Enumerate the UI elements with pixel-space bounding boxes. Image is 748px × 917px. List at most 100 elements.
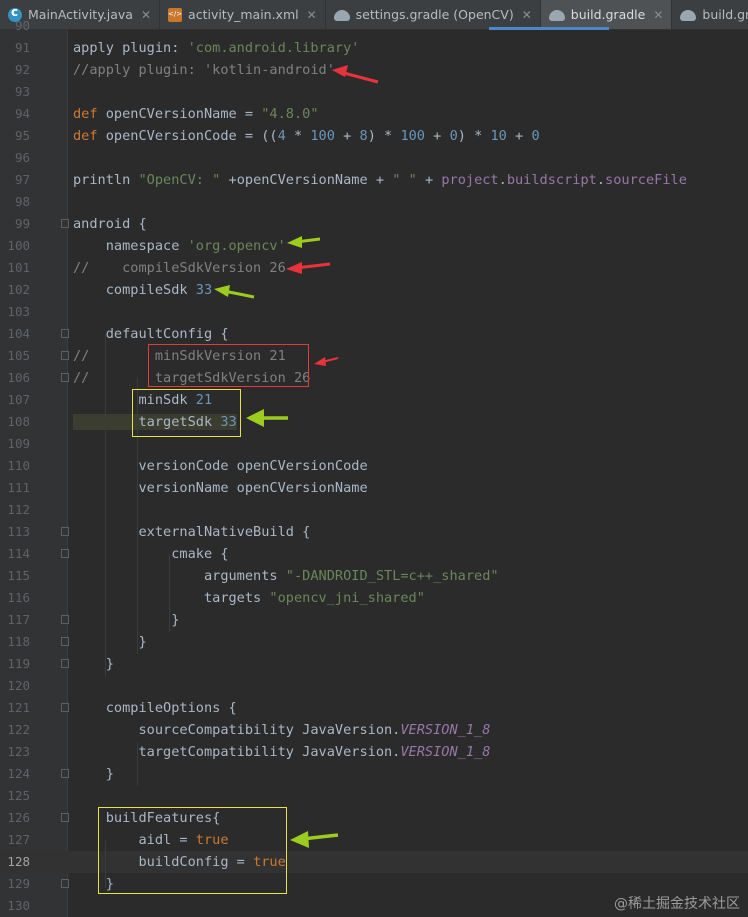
line-number: 129 xyxy=(7,876,30,891)
code-line[interactable]: 116 targets "opencv_jni_shared" xyxy=(0,587,748,609)
line-number: 121 xyxy=(7,700,30,715)
code-line[interactable]: 91 apply plugin: 'com.android.library' xyxy=(0,37,748,59)
fold-marker-icon[interactable] xyxy=(61,813,69,822)
code-line[interactable]: 101 // compileSdkVersion 26 xyxy=(0,257,748,279)
code-line[interactable]: 129 } xyxy=(0,873,748,895)
watermark: @稀土掘金技术社区 xyxy=(614,896,740,912)
line-number: 117 xyxy=(7,612,30,627)
code-text: minSdk 21 xyxy=(73,392,213,408)
code-line[interactable]: 112 xyxy=(0,499,748,521)
line-number: 125 xyxy=(7,788,30,803)
line-number: 127 xyxy=(7,832,30,847)
code-line[interactable]: 108 targetSdk 33 xyxy=(0,411,748,433)
code-line[interactable]: 98 xyxy=(0,191,748,213)
code-line[interactable]: 125 xyxy=(0,785,748,807)
code-line[interactable]: 118 } xyxy=(0,631,748,653)
line-number: 119 xyxy=(7,656,30,671)
fold-marker-icon[interactable] xyxy=(61,637,69,646)
line-number: 91 xyxy=(14,40,30,55)
code-line[interactable]: 126 buildFeatures{ xyxy=(0,807,748,829)
line-number: 105 xyxy=(7,348,30,363)
fold-marker-icon[interactable] xyxy=(61,527,69,536)
code-text: sourceCompatibility JavaVersion.VERSION_… xyxy=(73,722,491,738)
code-line[interactable]: 111 versionName openCVersionName xyxy=(0,477,748,499)
code-text: println "OpenCV: " +openCVersionName + "… xyxy=(73,172,687,188)
code-line[interactable]: 113 externalNativeBuild { xyxy=(0,521,748,543)
fold-marker-icon[interactable] xyxy=(61,879,69,888)
code-line[interactable]: 103 xyxy=(0,301,748,323)
code-line[interactable]: 106 // targetSdkVersion 26 xyxy=(0,367,748,389)
indent-guide xyxy=(105,334,106,676)
code-text: namespace 'org.opencv' xyxy=(73,238,286,254)
code-line[interactable]: 96 xyxy=(0,147,748,169)
fold-marker-icon[interactable] xyxy=(61,703,69,712)
code-line[interactable]: 119 } xyxy=(0,653,748,675)
code-line[interactable]: 114 cmake { xyxy=(0,543,748,565)
fold-marker-icon[interactable] xyxy=(61,659,69,668)
line-number: 103 xyxy=(7,304,30,319)
line-number: 98 xyxy=(14,194,30,209)
line-number: 115 xyxy=(7,568,30,583)
code-line[interactable]: 93 xyxy=(0,81,748,103)
code-line[interactable]: 95 def openCVersionCode = ((4 * 100 + 8) … xyxy=(0,125,748,147)
code-line[interactable]: 117 } xyxy=(0,609,748,631)
code-line[interactable]: 105// minSdkVersion 21 xyxy=(0,345,748,367)
code-text: //apply plugin: 'kotlin-android' xyxy=(73,62,335,78)
fold-marker-icon[interactable] xyxy=(61,329,69,338)
fold-marker-icon[interactable] xyxy=(61,615,69,624)
line-number: 104 xyxy=(7,326,30,341)
code-line[interactable]: 128 buildConfig = true xyxy=(0,851,748,873)
line-number: 118 xyxy=(7,634,30,649)
code-text: buildFeatures{ xyxy=(73,810,221,826)
line-number: 128 xyxy=(7,854,30,869)
code-text: } xyxy=(73,612,180,628)
code-line[interactable]: 122 sourceCompatibility JavaVersion.VERS… xyxy=(0,719,748,741)
code-line[interactable]: 104 defaultConfig { xyxy=(0,323,748,345)
line-number: 110 xyxy=(7,458,30,473)
code-text: targetCompatibility JavaVersion.VERSION_… xyxy=(73,744,491,760)
line-number: 130 xyxy=(7,898,30,913)
code-line[interactable]: 121 compileOptions { xyxy=(0,697,748,719)
code-line[interactable]: 92 //apply plugin: 'kotlin-android' xyxy=(0,59,748,81)
code-line[interactable]: 102 compileSdk 33 xyxy=(0,279,748,301)
line-number: 99 xyxy=(14,216,30,231)
code-line[interactable]: 115 arguments "-DANDROID_STL=c++_shared" xyxy=(0,565,748,587)
line-number: 93 xyxy=(14,84,30,99)
code-text: apply plugin: 'com.android.library' xyxy=(73,40,360,56)
fold-marker-icon[interactable] xyxy=(61,769,69,778)
code-line[interactable]: 90 xyxy=(0,15,748,37)
indent-guide xyxy=(105,840,106,888)
fold-marker-icon[interactable] xyxy=(61,373,69,382)
code-text: defaultConfig { xyxy=(73,326,229,342)
line-number: 90 xyxy=(14,18,30,33)
code-line[interactable]: 123 targetCompatibility JavaVersion.VERS… xyxy=(0,741,748,763)
code-line[interactable]: 110 versionCode openCVersionCode xyxy=(0,455,748,477)
code-line[interactable]: 127 aidl = true xyxy=(0,829,748,851)
line-number: 123 xyxy=(7,744,30,759)
code-line[interactable]: 120 xyxy=(0,675,748,697)
line-number: 122 xyxy=(7,722,30,737)
code-line[interactable]: 109 xyxy=(0,433,748,455)
fold-marker-icon[interactable] xyxy=(61,351,69,360)
indent-guide xyxy=(137,378,138,654)
line-number: 92 xyxy=(14,62,30,77)
code-text: targets "opencv_jni_shared" xyxy=(73,590,425,606)
code-line[interactable]: 107 minSdk 21 xyxy=(0,389,748,411)
code-line[interactable]: 94 def openCVersionName = "4.8.0" xyxy=(0,103,748,125)
code-text: def openCVersionName = "4.8.0" xyxy=(73,106,319,122)
line-number: 116 xyxy=(7,590,30,605)
code-line[interactable]: 99 android { xyxy=(0,213,748,235)
line-number: 114 xyxy=(7,546,30,561)
code-line[interactable]: 124 } xyxy=(0,763,748,785)
line-number: 97 xyxy=(14,172,30,187)
line-number: 107 xyxy=(7,392,30,407)
code-editor[interactable]: 90 91 apply plugin: 'com.android.library' 9… xyxy=(0,18,748,917)
indent-guide xyxy=(137,742,138,786)
line-number: 101 xyxy=(7,260,30,275)
fold-marker-icon[interactable] xyxy=(61,219,69,228)
line-number: 100 xyxy=(7,238,30,253)
code-line[interactable]: 100 namespace 'org.opencv' xyxy=(0,235,748,257)
fold-marker-icon[interactable] xyxy=(61,549,69,558)
code-line[interactable]: 97 println "OpenCV: " +openCVersionName +… xyxy=(0,169,748,191)
line-number: 126 xyxy=(7,810,30,825)
